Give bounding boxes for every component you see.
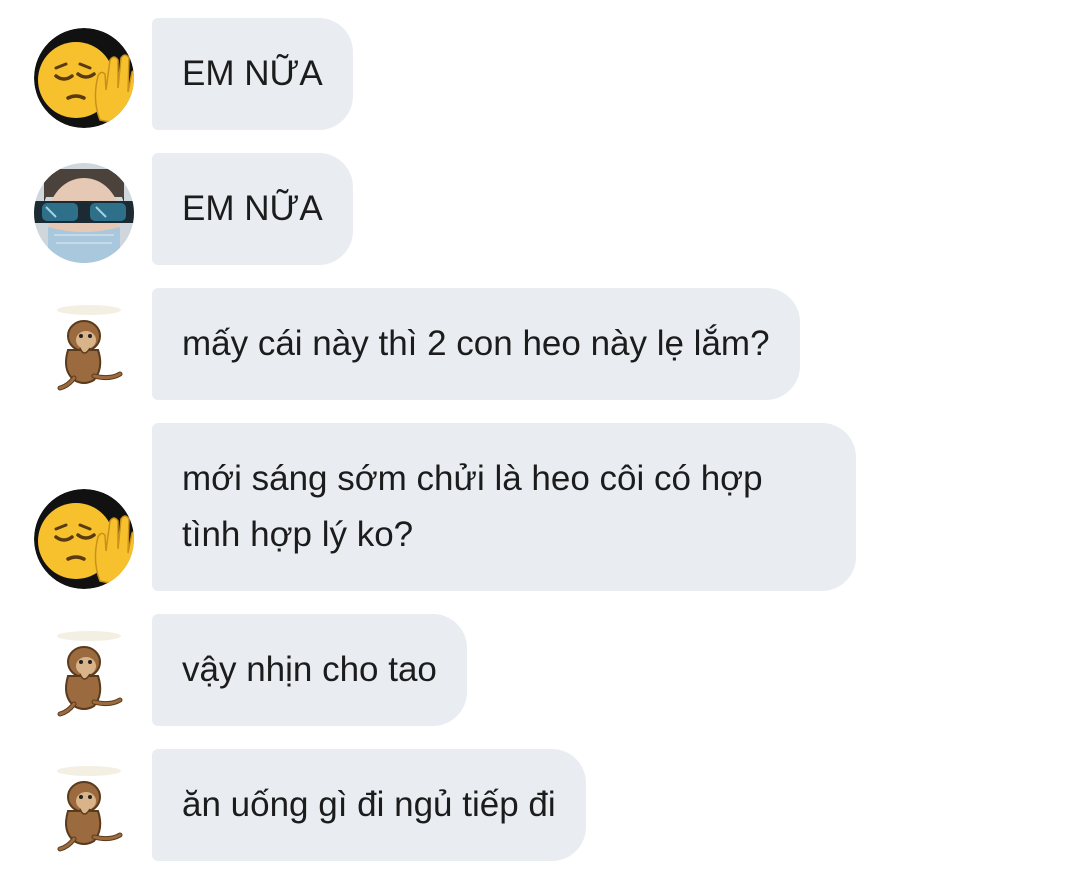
- avatar-monkey-sticker[interactable]: [34, 298, 134, 398]
- message-bubble[interactable]: EM NỮA: [152, 18, 353, 130]
- avatar-sunglasses-guy[interactable]: [34, 163, 134, 263]
- message-text: mấy cái này thì 2 con heo này lẹ lắm?: [182, 324, 770, 363]
- chat-message: EM NỮA: [0, 18, 1080, 130]
- message-bubble[interactable]: ăn uống gì đi ngủ tiếp đi: [152, 749, 586, 861]
- pensive-face-with-raised-hand-icon: [34, 489, 134, 589]
- pensive-face-with-raised-hand-icon: [34, 28, 134, 128]
- chat-message: ăn uống gì đi ngủ tiếp đi: [0, 749, 1080, 861]
- monkey-sticker-icon: [57, 766, 123, 852]
- avatar-monkey-sticker[interactable]: [34, 624, 134, 724]
- message-text: EM NỮA: [182, 54, 323, 93]
- avatar-emoji-face[interactable]: [34, 28, 134, 128]
- message-bubble[interactable]: vậy nhịn cho tao: [152, 614, 467, 726]
- message-text-line: mới sáng sớm chửi là heo côi có hợp: [182, 459, 763, 498]
- message-text: ăn uống gì đi ngủ tiếp đi: [182, 785, 556, 824]
- monkey-sticker-icon: [57, 631, 123, 717]
- chat-message: mới sáng sớm chửi là heo côi có hợp tình…: [0, 423, 1080, 591]
- avatar-emoji-face[interactable]: [34, 489, 134, 589]
- chat-message: mấy cái này thì 2 con heo này lẹ lắm?: [0, 288, 1080, 400]
- chat-message: vậy nhịn cho tao: [0, 614, 1080, 726]
- message-bubble[interactable]: EM NỮA: [152, 153, 353, 265]
- user-photo-avatar: [34, 163, 134, 263]
- avatar-monkey-sticker[interactable]: [34, 759, 134, 859]
- message-text-line: tình hợp lý ko?: [182, 515, 414, 554]
- message-bubble[interactable]: mới sáng sớm chửi là heo côi có hợp tình…: [152, 423, 856, 591]
- message-bubble[interactable]: mấy cái này thì 2 con heo này lẹ lắm?: [152, 288, 800, 400]
- message-text: EM NỮA: [182, 189, 323, 228]
- chat-message: EM NỮA: [0, 153, 1080, 265]
- message-text: vậy nhịn cho tao: [182, 650, 437, 689]
- monkey-sticker-icon: [57, 305, 123, 391]
